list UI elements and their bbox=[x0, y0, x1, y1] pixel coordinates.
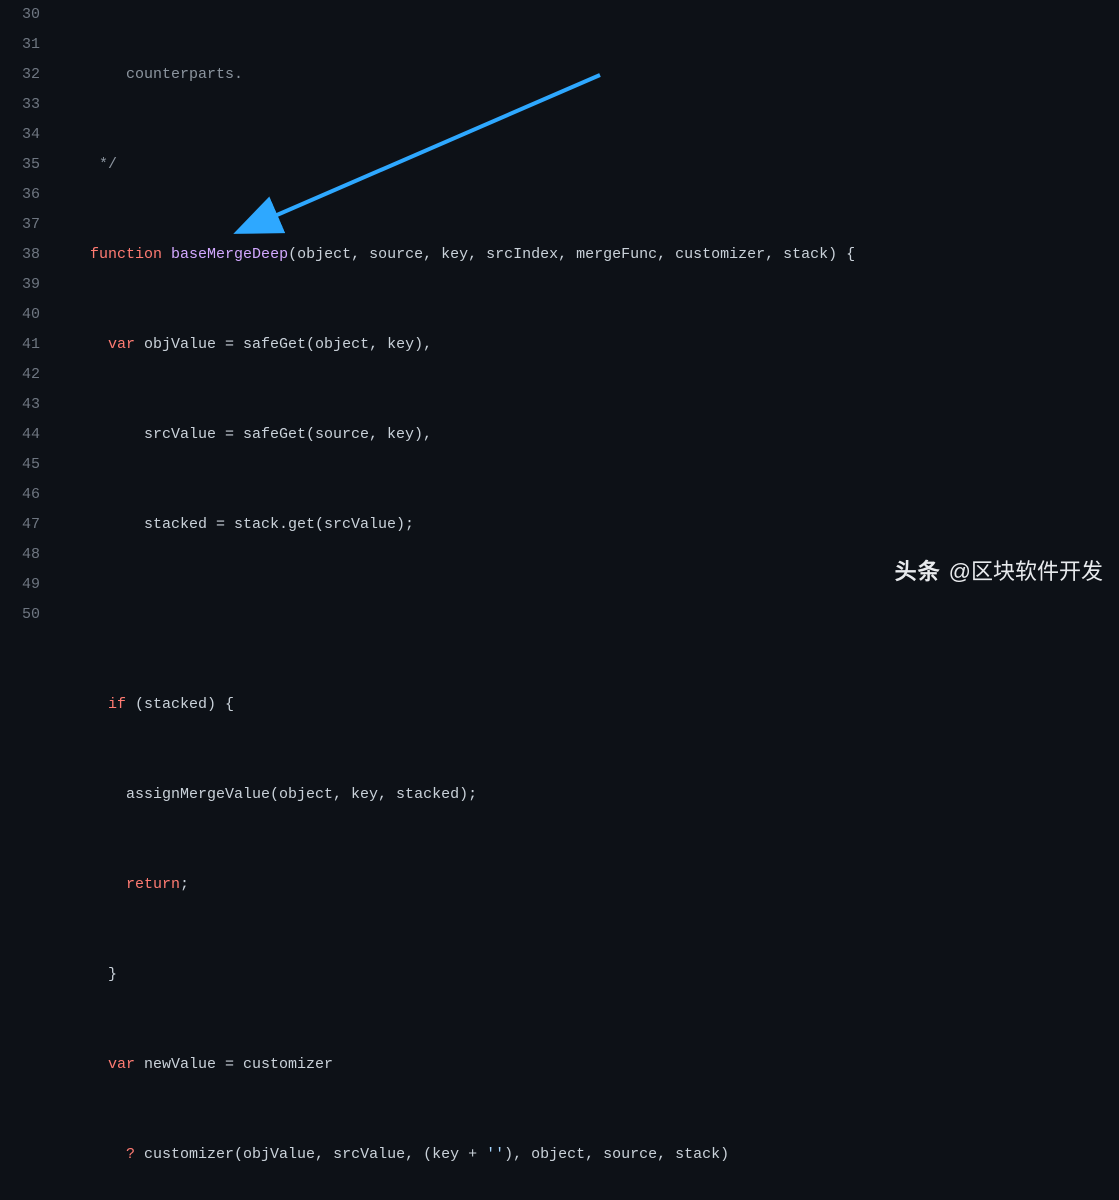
line-number: 45 bbox=[0, 450, 40, 480]
code-line: } bbox=[54, 960, 1119, 990]
comment-close: */ bbox=[99, 156, 117, 173]
line-number: 43 bbox=[0, 390, 40, 420]
indent bbox=[54, 876, 126, 893]
function-name: baseMergeDeep bbox=[171, 246, 288, 263]
keyword-return: return bbox=[126, 876, 180, 893]
line-number: 46 bbox=[0, 480, 40, 510]
keyword-var: var bbox=[108, 1056, 135, 1073]
keyword-if: if bbox=[108, 696, 126, 713]
string-literal: '' bbox=[486, 1146, 504, 1163]
code-line: counterparts. bbox=[54, 60, 1119, 90]
line-number: 44 bbox=[0, 420, 40, 450]
code-line: ? customizer(objValue, srcValue, (key + … bbox=[54, 1140, 1119, 1170]
code-area[interactable]: counterparts. */ function baseMergeDeep(… bbox=[54, 0, 1119, 600]
indent bbox=[54, 1146, 126, 1163]
code-text: ), object, source, stack) bbox=[504, 1146, 729, 1163]
line-number: 35 bbox=[0, 150, 40, 180]
indent bbox=[54, 156, 99, 173]
line-number: 32 bbox=[0, 60, 40, 90]
line-number: 31 bbox=[0, 30, 40, 60]
line-number: 33 bbox=[0, 90, 40, 120]
indent bbox=[54, 786, 126, 803]
comment-text: counterparts. bbox=[126, 66, 243, 83]
code-text: customizer(objValue, srcValue, (key + bbox=[135, 1146, 486, 1163]
code-text: (stacked) { bbox=[126, 696, 234, 713]
blank-line bbox=[54, 606, 63, 623]
ternary-question: ? bbox=[126, 1146, 135, 1163]
code-line: var objValue = safeGet(object, key), bbox=[54, 330, 1119, 360]
code-text: } bbox=[108, 966, 117, 983]
code-text: srcValue = safeGet(source, key), bbox=[144, 426, 432, 443]
keyword-var: var bbox=[108, 336, 135, 353]
code-text: ; bbox=[180, 876, 189, 893]
code-line: */ bbox=[54, 150, 1119, 180]
line-number-gutter: 30 31 32 33 34 35 36 37 38 39 40 41 42 4… bbox=[0, 0, 54, 600]
line-number: 30 bbox=[0, 0, 40, 30]
code-line: assignMergeValue(object, key, stacked); bbox=[54, 780, 1119, 810]
indent bbox=[54, 966, 108, 983]
function-params: (object, source, key, srcIndex, mergeFun… bbox=[288, 246, 855, 263]
line-number: 42 bbox=[0, 360, 40, 390]
line-number: 41 bbox=[0, 330, 40, 360]
keyword-function: function bbox=[90, 246, 162, 263]
indent bbox=[54, 246, 90, 263]
code-text: newValue = customizer bbox=[135, 1056, 333, 1073]
indent bbox=[54, 1056, 108, 1073]
line-number: 38 bbox=[0, 240, 40, 270]
code-line: srcValue = safeGet(source, key), bbox=[54, 420, 1119, 450]
code-line: return; bbox=[54, 870, 1119, 900]
indent bbox=[54, 66, 126, 83]
code-text: assignMergeValue(object, key, stacked); bbox=[126, 786, 477, 803]
line-number: 36 bbox=[0, 180, 40, 210]
line-number: 39 bbox=[0, 270, 40, 300]
indent bbox=[54, 336, 108, 353]
line-number: 34 bbox=[0, 120, 40, 150]
code-text: objValue = safeGet(object, key), bbox=[135, 336, 432, 353]
line-number: 49 bbox=[0, 570, 40, 600]
code-line: stacked = stack.get(srcValue); bbox=[54, 510, 1119, 540]
line-number: 48 bbox=[0, 540, 40, 570]
indent bbox=[54, 516, 144, 533]
line-number: 50 bbox=[0, 600, 40, 630]
code-line bbox=[54, 600, 1119, 630]
line-number: 40 bbox=[0, 300, 40, 330]
code-line: function baseMergeDeep(object, source, k… bbox=[54, 240, 1119, 270]
code-line: if (stacked) { bbox=[54, 690, 1119, 720]
code-line: var newValue = customizer bbox=[54, 1050, 1119, 1080]
indent bbox=[54, 696, 108, 713]
line-number: 37 bbox=[0, 210, 40, 240]
code-editor: 30 31 32 33 34 35 36 37 38 39 40 41 42 4… bbox=[0, 0, 1119, 600]
code-text: stacked = stack.get(srcValue); bbox=[144, 516, 414, 533]
indent bbox=[54, 426, 144, 443]
line-number: 47 bbox=[0, 510, 40, 540]
